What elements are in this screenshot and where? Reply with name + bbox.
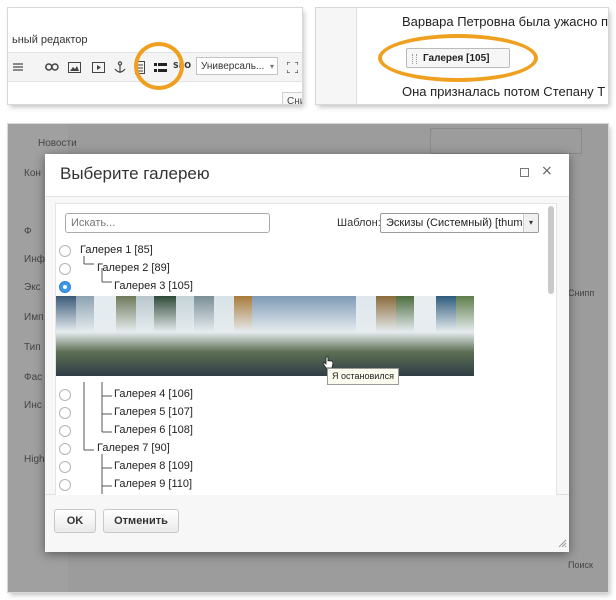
gallery-thumbnail[interactable] bbox=[94, 296, 116, 376]
gallery-thumbnail[interactable] bbox=[56, 296, 76, 376]
dialog-scrollbar[interactable] bbox=[548, 206, 554, 494]
scrollbar-thumb[interactable] bbox=[548, 206, 554, 294]
gallery-row[interactable]: Галерея 6 [108] bbox=[56, 422, 536, 440]
gallery-radio[interactable] bbox=[59, 281, 71, 293]
gallery-thumbnail[interactable] bbox=[414, 296, 436, 376]
gallery-row[interactable]: Галерея 2 [89] bbox=[56, 260, 536, 278]
gallery-thumbnail[interactable] bbox=[194, 296, 214, 376]
snippets-tab[interactable]: Сни bbox=[282, 92, 302, 104]
gallery-row[interactable]: Галерея 7 [90] bbox=[56, 440, 536, 458]
chevron-down-icon: ▾ bbox=[523, 214, 538, 232]
dialog-title: Выберите галерею bbox=[60, 164, 210, 183]
gallery-thumbnail[interactable] bbox=[214, 296, 234, 376]
gallery-thumbnail[interactable] bbox=[252, 296, 356, 376]
dialog-body: Шаблон: Эскизы (Системный) [thumb ▾ bbox=[45, 197, 569, 497]
gallery-row[interactable]: Галерея 3 [105] bbox=[56, 278, 536, 296]
chevron-down-icon: ▾ bbox=[269, 62, 274, 71]
gallery-thumbnail[interactable] bbox=[176, 296, 194, 376]
background-menu-item: Фас bbox=[24, 372, 43, 383]
editor-toolbar-crop: ьный редактор SEO Универсаль... ▾ Сн bbox=[8, 8, 302, 104]
image-icon[interactable] bbox=[66, 59, 82, 75]
link-icon[interactable] bbox=[44, 59, 60, 75]
template-label: Шаблон: bbox=[337, 217, 381, 229]
gallery-row[interactable]: Галерея 1 [85] bbox=[56, 242, 536, 260]
highlight-circle bbox=[134, 42, 184, 90]
gallery-radio[interactable] bbox=[59, 389, 71, 401]
editor-gutter bbox=[316, 8, 357, 104]
text-line-1: Варвара Петровна была ужасно п bbox=[402, 14, 608, 29]
gallery-thumbnail[interactable] bbox=[356, 296, 376, 376]
background-snippets: Снипп bbox=[568, 288, 595, 298]
cancel-button[interactable]: Отменить bbox=[103, 509, 179, 533]
ok-button[interactable]: OK bbox=[54, 509, 96, 533]
background-menu-item: Имп bbox=[24, 312, 44, 323]
gallery-list-panel: Шаблон: Эскизы (Системный) [thumb ▾ bbox=[55, 203, 557, 497]
close-icon[interactable]: × bbox=[541, 163, 553, 179]
gallery-thumbnail[interactable] bbox=[136, 296, 154, 376]
gallery-radio[interactable] bbox=[59, 245, 71, 257]
background-menu-item: Экс bbox=[24, 282, 41, 293]
anchor-icon[interactable] bbox=[112, 59, 128, 75]
style-select-value: Универсаль... bbox=[201, 61, 265, 72]
background-menu-item: Тип bbox=[24, 342, 41, 353]
dialog-footer: OK Отменить bbox=[45, 495, 569, 552]
text-line-2: Она призналась потом Степану Т bbox=[402, 84, 606, 99]
gallery-row[interactable]: Галерея 4 [106] bbox=[56, 386, 536, 404]
background-menu-item: Ф bbox=[24, 226, 32, 237]
gallery-radio[interactable] bbox=[59, 407, 71, 419]
gallery-thumbnail[interactable] bbox=[436, 296, 456, 376]
background-menu-item: Инф bbox=[24, 254, 45, 265]
editor-title: ьный редактор bbox=[12, 34, 88, 46]
gallery-radio[interactable] bbox=[59, 479, 71, 491]
background-frame bbox=[430, 128, 582, 154]
gallery-preview-strip bbox=[56, 296, 530, 376]
gallery-thumbnail[interactable] bbox=[154, 296, 176, 376]
gallery-label: Галерея 6 [108] bbox=[114, 424, 193, 436]
gallery-thumbnail[interactable] bbox=[234, 296, 252, 376]
gallery-radio[interactable] bbox=[59, 443, 71, 455]
dialog-crop: Новости Кон Ф Инф Экс Имп Тип Фас Инс High Снипп … bbox=[8, 124, 608, 592]
style-select[interactable]: Универсаль... ▾ bbox=[196, 57, 278, 75]
gallery-label: Галерея 4 [106] bbox=[114, 388, 193, 400]
search-input[interactable] bbox=[65, 213, 270, 233]
template-select[interactable]: Эскизы (Системный) [thumb ▾ bbox=[380, 213, 539, 233]
gallery-radio[interactable] bbox=[59, 263, 71, 275]
background-menu-item: High bbox=[24, 454, 45, 465]
gallery-label: Галерея 9 [110] bbox=[114, 478, 193, 490]
gallery-row[interactable]: Галерея 5 [107] bbox=[56, 404, 536, 422]
fullscreen-icon[interactable] bbox=[284, 59, 300, 75]
background-search: Поиск bbox=[568, 560, 593, 570]
dialog-header: Выберите галерею × bbox=[45, 154, 569, 197]
template-select-value: Эскизы (Системный) [thumb bbox=[386, 217, 529, 229]
gallery-dialog: Выберите галерею × Шаблон: Эскизы (Систе… bbox=[45, 154, 569, 552]
background-menu-item: Инс bbox=[24, 400, 42, 411]
gallery-label: Галерея 1 [85] bbox=[80, 244, 153, 256]
video-icon[interactable] bbox=[90, 59, 106, 75]
resize-grip-icon[interactable] bbox=[557, 538, 567, 548]
gallery-thumbnail[interactable] bbox=[116, 296, 136, 376]
gallery-thumbnail[interactable] bbox=[456, 296, 474, 376]
gallery-row[interactable]: Галерея 8 [109] bbox=[56, 458, 536, 476]
gallery-label: Галерея 3 [105] bbox=[114, 280, 193, 292]
editor-text-crop: Варвара Петровна была ужасно п Галерея [… bbox=[316, 8, 608, 104]
maximize-icon[interactable] bbox=[520, 168, 529, 177]
gallery-label: Галерея 8 [109] bbox=[114, 460, 193, 472]
gallery-label: Галерея 2 [89] bbox=[97, 262, 170, 274]
gallery-thumbnail[interactable] bbox=[376, 296, 396, 376]
background-menu-item: Новости bbox=[38, 138, 77, 149]
gallery-radio[interactable] bbox=[59, 461, 71, 473]
list-icon[interactable] bbox=[10, 59, 26, 75]
gallery-label: Галерея 7 [90] bbox=[97, 442, 170, 454]
preview-tooltip: Я остановился bbox=[327, 368, 399, 385]
gallery-thumbnail[interactable] bbox=[396, 296, 414, 376]
gallery-label: Галерея 5 [107] bbox=[114, 406, 193, 418]
gallery-thumbnail[interactable] bbox=[76, 296, 94, 376]
background-menu-item: Кон bbox=[24, 168, 41, 179]
highlight-ellipse bbox=[378, 34, 538, 82]
gallery-radio[interactable] bbox=[59, 425, 71, 437]
gallery-row[interactable]: Галерея 9 [110] bbox=[56, 476, 536, 494]
